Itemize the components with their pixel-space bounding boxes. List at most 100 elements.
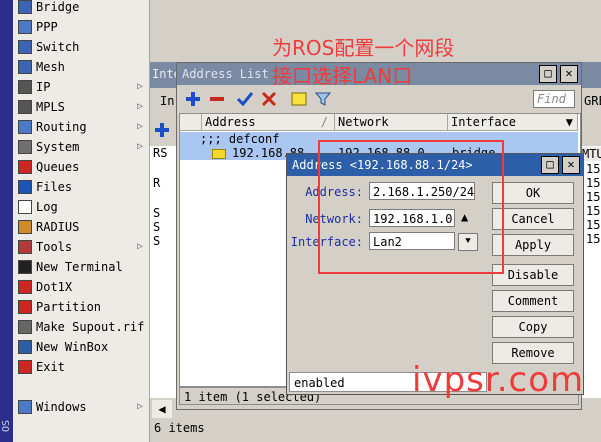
sidebar-item-new-winbox[interactable]: New WinBox xyxy=(13,337,149,357)
bridge-icon xyxy=(18,0,32,14)
sidebar-item-label: Exit xyxy=(36,360,65,374)
address-list-title: Address List xyxy=(182,67,269,81)
sidebar-item-make-supout-rif[interactable]: Make Supout.rif xyxy=(13,317,149,337)
copy-button[interactable]: Copy xyxy=(492,316,574,338)
sidebar-item-label: Routing xyxy=(36,120,87,134)
disable-button[interactable] xyxy=(259,89,279,109)
sidebar-item-ppp[interactable]: PPP xyxy=(13,17,149,37)
sidebar-item-label: IP xyxy=(36,80,51,94)
submenu-arrow-icon: ▷ xyxy=(136,121,143,132)
disable-button-dialog[interactable]: Disable xyxy=(492,264,574,286)
mtu-column-header[interactable]: MTU xyxy=(582,147,601,161)
ip-icon xyxy=(18,80,32,94)
sidebar-item-mesh[interactable]: Mesh xyxy=(13,57,149,77)
chevron-down-icon: ▼ xyxy=(565,115,573,129)
sidebar-item-label: Make Supout.rif xyxy=(36,320,145,334)
sidebar-item-radius[interactable]: RADIUS xyxy=(13,217,149,237)
gre-tab[interactable]: GRE xyxy=(584,94,601,108)
minus-icon xyxy=(210,97,224,101)
annotation-line-1: 为ROS配置一个网段 xyxy=(272,36,455,60)
mtu-value: 15 xyxy=(586,190,601,204)
find-input[interactable]: Find xyxy=(533,90,575,108)
sidebar-menu: Bridge PPP Switch Mesh IP ▷ MPLS ▷ Routing ▷ Syste… xyxy=(13,0,150,442)
sidebar-item-label: Queues xyxy=(36,160,80,174)
strip-brand-text: OS xyxy=(1,420,12,433)
plus-icon xyxy=(186,92,200,106)
filter-icon xyxy=(314,92,332,106)
sidebar-item-label: Switch xyxy=(36,40,80,54)
close-icon: ✕ xyxy=(567,157,575,171)
sidebar-item-mpls[interactable]: MPLS ▷ xyxy=(13,97,149,117)
dialog-close-button[interactable]: ✕ xyxy=(562,156,580,174)
highlight-box xyxy=(318,140,504,274)
gear-icon xyxy=(18,140,32,154)
column-header-network[interactable]: Network xyxy=(335,114,448,131)
maximize-icon: □ xyxy=(544,66,552,80)
partition-icon xyxy=(18,300,32,314)
sidebar-item-label: New Terminal xyxy=(36,260,123,274)
winbox-icon xyxy=(18,340,32,354)
maximize-button[interactable]: □ xyxy=(539,65,557,83)
sidebar-item-bridge[interactable]: Bridge xyxy=(13,0,149,17)
comment-button-dialog[interactable]: Comment xyxy=(492,290,574,312)
dialog-maximize-button[interactable]: □ xyxy=(541,156,559,174)
sidebar-item-new-terminal[interactable]: New Terminal xyxy=(13,257,149,277)
tools-icon xyxy=(18,240,32,254)
sidebar-item-label: RADIUS xyxy=(36,220,80,234)
sidebar-item-windows[interactable]: Windows ▷ xyxy=(13,397,149,417)
sidebar-item-ip[interactable]: IP ▷ xyxy=(13,77,149,97)
submenu-arrow-icon: ▷ xyxy=(136,101,143,112)
sidebar-item-label: System xyxy=(36,140,80,154)
log-icon xyxy=(18,200,32,214)
apply-button[interactable]: Apply xyxy=(492,234,574,256)
cancel-button[interactable]: Cancel xyxy=(492,208,574,230)
close-icon: ✕ xyxy=(565,66,573,80)
column-header-flags[interactable] xyxy=(180,114,202,131)
column-header-address-label: Address xyxy=(205,115,256,129)
ppp-icon xyxy=(18,20,32,34)
column-header-interface[interactable]: Interface ▼ xyxy=(448,114,578,131)
enable-button[interactable] xyxy=(235,89,255,109)
mesh-icon xyxy=(18,60,32,74)
sidebar-item-queues[interactable]: Queues xyxy=(13,157,149,177)
note-icon xyxy=(291,92,307,106)
interface-flag: S xyxy=(153,234,161,248)
interface-flag: S xyxy=(153,206,161,220)
sidebar-item-dot1x[interactable]: Dot1X xyxy=(13,277,149,297)
plus-icon xyxy=(155,123,169,137)
sidebar-item-system[interactable]: System ▷ xyxy=(13,137,149,157)
sidebar-item-label: Files xyxy=(36,180,73,194)
sidebar-item-label: Partition xyxy=(36,300,102,314)
sort-icon: / xyxy=(320,115,328,129)
remove-button[interactable] xyxy=(207,89,227,109)
add-button[interactable] xyxy=(183,89,203,109)
sidebar-item-tools[interactable]: Tools ▷ xyxy=(13,237,149,257)
interface-flag: RS xyxy=(153,146,168,160)
interface-tab-fragment[interactable]: In xyxy=(160,94,174,108)
mtu-value: 15 xyxy=(586,204,601,218)
ok-button[interactable]: OK xyxy=(492,182,574,204)
switch-icon xyxy=(18,40,32,54)
annotation-text: 为ROS配置一个网段 接口选择LAN口 xyxy=(272,34,454,90)
maximize-icon: □ xyxy=(546,157,554,171)
add-button-bg[interactable] xyxy=(152,120,172,140)
sidebar-item-switch[interactable]: Switch xyxy=(13,37,149,57)
submenu-arrow-icon: ▷ xyxy=(136,81,143,92)
column-header-address[interactable]: Address / xyxy=(202,114,335,131)
filter-button[interactable] xyxy=(313,89,333,109)
sidebar-item-files[interactable]: Files xyxy=(13,177,149,197)
sidebar-item-partition[interactable]: Partition xyxy=(13,297,149,317)
sidebar-item-label: Windows xyxy=(36,400,87,414)
mtu-value: 15 xyxy=(586,162,601,176)
supout-icon xyxy=(18,320,32,334)
close-button[interactable]: ✕ xyxy=(560,65,578,83)
winbox-vertical-strip: OS xyxy=(0,0,13,442)
sidebar-item-routing[interactable]: Routing ▷ xyxy=(13,117,149,137)
sidebar-item-log[interactable]: Log xyxy=(13,197,149,217)
scroll-left-button[interactable]: ◀ xyxy=(152,400,172,418)
mtu-value: 15 xyxy=(586,176,601,190)
comment-button[interactable] xyxy=(289,89,309,109)
queues-icon xyxy=(18,160,32,174)
column-header-interface-label: Interface xyxy=(451,115,517,129)
sidebar-item-exit[interactable]: Exit xyxy=(13,357,149,377)
